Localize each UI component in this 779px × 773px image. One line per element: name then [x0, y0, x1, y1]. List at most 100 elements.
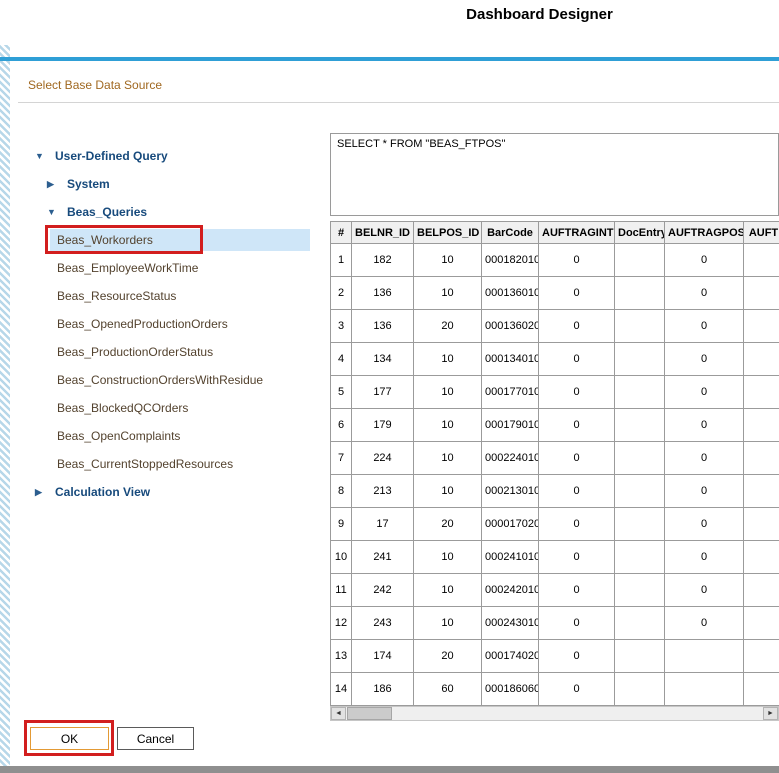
tree-item-beas-openedproductionorders[interactable]: Beas_OpenedProductionOrders: [35, 310, 325, 338]
column-header-belnr-id[interactable]: BELNR_ID: [352, 222, 414, 244]
column-header-auft[interactable]: AUFT: [744, 222, 779, 244]
table-cell: [615, 376, 665, 409]
table-cell: 0: [539, 640, 615, 673]
triangle-down-icon[interactable]: ▼: [47, 207, 60, 217]
tree-item-calculation-view[interactable]: ▶Calculation View: [35, 478, 325, 506]
tree-item-beas-constructionorderswithresidue[interactable]: Beas_ConstructionOrdersWithResidue: [35, 366, 325, 394]
table-cell: 177: [352, 376, 414, 409]
table-cell: 000213010: [482, 475, 539, 508]
table-cell: 0: [665, 607, 744, 640]
column-header-auftragpos[interactable]: AUFTRAGPOS: [665, 222, 744, 244]
tree-item-label: Beas_OpenedProductionOrders: [50, 313, 234, 335]
table-cell: 0: [539, 409, 615, 442]
table-cell: 0: [539, 574, 615, 607]
column-header-auftragint[interactable]: AUFTRAGINT: [539, 222, 615, 244]
table-cell: 0: [539, 442, 615, 475]
tree-item-label: Beas_ProductionOrderStatus: [50, 341, 219, 363]
table-cell: 8: [331, 475, 352, 508]
heading-separator: [18, 102, 779, 103]
tree-item-beas-productionorderstatus[interactable]: Beas_ProductionOrderStatus: [35, 338, 325, 366]
tree-item-label: Beas_ConstructionOrdersWithResidue: [50, 369, 269, 391]
arrow-right-icon: ►: [767, 710, 774, 717]
tree-item-label: System: [60, 173, 116, 195]
column-header-belpos-id[interactable]: BELPOS_ID: [414, 222, 482, 244]
table-row[interactable]: 11821000018201000: [331, 244, 779, 277]
triangle-right-icon[interactable]: ▶: [47, 179, 60, 190]
column-header--[interactable]: #: [331, 222, 352, 244]
tree-item-label: Beas_Workorders: [50, 229, 310, 251]
table-row[interactable]: 14186600001860600: [331, 673, 779, 706]
table-row[interactable]: 112421000024201000: [331, 574, 779, 607]
table-row[interactable]: 51771000017701000: [331, 376, 779, 409]
table-cell: [615, 409, 665, 442]
table-row[interactable]: 122431000024301000: [331, 607, 779, 640]
tree-item-beas-queries[interactable]: ▼Beas_Queries: [35, 198, 325, 226]
results-body: 1182100001820100021361000013601000313620…: [331, 244, 779, 706]
tree-item-beas-opencomplaints[interactable]: Beas_OpenComplaints: [35, 422, 325, 450]
triangle-right-icon[interactable]: ▶: [35, 487, 48, 498]
table-row[interactable]: 9172000001702000: [331, 508, 779, 541]
table-row[interactable]: 72241000022401000: [331, 442, 779, 475]
table-cell: 000177010: [482, 376, 539, 409]
column-header-docentry[interactable]: DocEntry: [615, 222, 665, 244]
table-cell: 186: [352, 673, 414, 706]
table-cell: 0: [539, 343, 615, 376]
table-row[interactable]: 82131000021301000: [331, 475, 779, 508]
table-cell: 20: [414, 640, 482, 673]
table-row[interactable]: 41341000013401000: [331, 343, 779, 376]
cancel-button[interactable]: Cancel: [117, 727, 194, 750]
scrollbar-track[interactable]: [346, 707, 763, 720]
tree-item-label: User-Defined Query: [48, 145, 174, 167]
tree-item-user-defined-query[interactable]: ▼User-Defined Query: [35, 142, 325, 170]
table-row[interactable]: 102411000024101000: [331, 541, 779, 574]
table-row[interactable]: 61791000017901000: [331, 409, 779, 442]
table-cell: 10: [414, 277, 482, 310]
table-cell: 4: [331, 343, 352, 376]
table-cell: 000179010: [482, 409, 539, 442]
table-row[interactable]: 13174200001740200: [331, 640, 779, 673]
table-cell: 10: [414, 442, 482, 475]
table-cell: [744, 277, 779, 310]
table-cell: 000242010: [482, 574, 539, 607]
table-cell: 243: [352, 607, 414, 640]
table-cell: 3: [331, 310, 352, 343]
column-header-barcode[interactable]: BarCode: [482, 222, 539, 244]
table-cell: 0: [665, 310, 744, 343]
table-cell: [615, 343, 665, 376]
table-cell: 242: [352, 574, 414, 607]
ok-button[interactable]: OK: [30, 727, 109, 750]
table-cell: 179: [352, 409, 414, 442]
table-cell: 1: [331, 244, 352, 277]
table-cell: [615, 541, 665, 574]
table-cell: 10: [414, 574, 482, 607]
table-cell: 11: [331, 574, 352, 607]
scrollbar-thumb[interactable]: [347, 707, 392, 720]
table-row[interactable]: 21361000013601000: [331, 277, 779, 310]
tree-item-label: Beas_BlockedQCOrders: [50, 397, 194, 419]
arrow-left-icon: ◄: [335, 710, 342, 717]
scroll-right-button[interactable]: ►: [763, 707, 778, 720]
table-cell: 10: [414, 343, 482, 376]
table-cell: 174: [352, 640, 414, 673]
table-cell: 000136010: [482, 277, 539, 310]
table-cell: [744, 607, 779, 640]
triangle-down-icon[interactable]: ▼: [35, 151, 48, 161]
dialog-heading: Select Base Data Source: [28, 78, 162, 92]
results-table-container: #BELNR_IDBELPOS_IDBarCodeAUFTRAGINTDocEn…: [330, 221, 779, 706]
tree-item-beas-resourcestatus[interactable]: Beas_ResourceStatus: [35, 282, 325, 310]
scroll-left-button[interactable]: ◄: [331, 707, 346, 720]
tree-item-beas-currentstoppedresources[interactable]: Beas_CurrentStoppedResources: [35, 450, 325, 478]
tree-item-beas-blockedqcorders[interactable]: Beas_BlockedQCOrders: [35, 394, 325, 422]
tree-item-beas-employeeworktime[interactable]: Beas_EmployeeWorkTime: [35, 254, 325, 282]
sql-query-box[interactable]: SELECT * FROM "BEAS_FTPOS": [330, 133, 779, 216]
table-cell: [744, 640, 779, 673]
tree-item-beas-workorders[interactable]: Beas_Workorders: [35, 226, 325, 254]
table-cell: [615, 244, 665, 277]
horizontal-scrollbar[interactable]: ◄ ►: [330, 706, 779, 721]
table-row[interactable]: 31362000013602000: [331, 310, 779, 343]
table-cell: [615, 640, 665, 673]
table-cell: [744, 475, 779, 508]
table-cell: 60: [414, 673, 482, 706]
table-cell: 0: [665, 508, 744, 541]
tree-item-system[interactable]: ▶System: [35, 170, 325, 198]
